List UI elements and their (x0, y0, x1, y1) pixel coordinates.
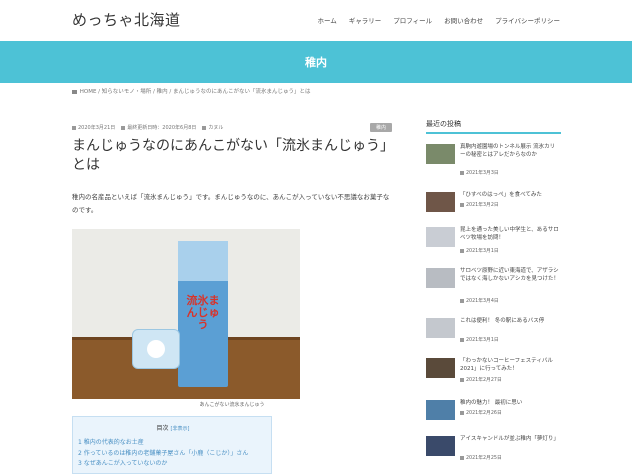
recent-post-date: 2021年3月2日 (460, 201, 499, 208)
site-title[interactable]: めっちゃ北海道 (72, 9, 181, 30)
recent-post-date: 2021年2月26日 (460, 409, 502, 416)
recent-post-item[interactable]: アイスキャンドルが並ぶ稚内「夢灯り」 2021年2月25日 (426, 435, 561, 465)
clock-icon (460, 298, 464, 303)
recent-post-date-text: 2021年2月26日 (466, 411, 502, 416)
recent-post-item[interactable]: 昆上を通った美しい中学生と、あるサロベツ牧場を訪問！ 2021年3月1日 (426, 226, 561, 256)
clock-icon (460, 248, 464, 253)
author-name[interactable]: カヌル (208, 125, 223, 131)
recent-post-date: 2021年3月3日 (460, 169, 499, 176)
recent-post-date-text: 2021年2月25日 (466, 456, 502, 461)
recent-post-date-text: 2021年3月4日 (466, 299, 499, 304)
category-band: 稚内 (0, 41, 632, 83)
clock-icon (72, 125, 76, 130)
post-title: まんじゅうなのにあんこがない「流氷まんじゅう」とは (72, 138, 387, 173)
table-of-contents: 目次 [非表示] 1 稚内の代表的なお土産 2 作っているのは稚内の老舗菓子屋さん… (72, 416, 272, 474)
photo-box-top (178, 241, 228, 281)
home-icon (72, 89, 77, 94)
post-thumbnail[interactable] (426, 144, 455, 164)
post-thumbnail[interactable] (426, 318, 455, 338)
toc-list: 1 稚内の代表的なお土産 2 作っているのは稚内の老舗菓子屋さん「小鹿（こじか）… (78, 438, 248, 470)
photo-caption: あんこがない流氷まんじゅう (199, 402, 265, 408)
post-thumbnail[interactable] (426, 227, 455, 247)
clock-icon (460, 202, 464, 207)
recent-post-date-text: 2021年3月1日 (466, 338, 499, 343)
refresh-icon (121, 125, 126, 130)
recent-post-title[interactable]: 昆上を通った美しい中学生と、あるサロベツ牧場を訪問！ (460, 226, 560, 242)
post-thumbnail[interactable] (426, 358, 455, 378)
recent-post-item[interactable]: これは便利！ 冬の駅にあるバス停 2021年3月1日 (426, 317, 561, 347)
nav-item-privacy-policy[interactable]: プライバシーポリシー (495, 15, 560, 25)
post-meta: 2020年3月21日 最終更新日時：2020年6月8日 カヌル (72, 124, 223, 131)
nav-item-gallery[interactable]: ギャラリー (349, 15, 382, 25)
recent-post-title[interactable]: 真駒内遊園場のトンネル展示 流氷カリーの秘密とはアレだからなのか (460, 143, 560, 159)
category-title: 稚内 (305, 56, 327, 69)
category-badge[interactable]: 稚内 (370, 123, 393, 132)
clock-icon (460, 410, 464, 415)
recent-post-date: 2021年3月1日 (460, 336, 499, 343)
nav-item-profile[interactable]: プロフィール (393, 15, 432, 25)
photo-box-label: 流氷まんじゅう (186, 294, 220, 331)
published-date-text: 2020年3月21日 (78, 125, 116, 131)
recent-post-item[interactable]: サロベツ原野に近い東海道で、アザラシではなく海しかないアシカを見つけた！ 202… (426, 267, 561, 304)
recent-post-item[interactable]: 「ひすべのはっぺ」を食べてみた 2021年3月2日 (426, 191, 561, 221)
toc-title-text: 目次 (156, 425, 169, 432)
author: カヌル (202, 124, 223, 131)
published-date: 2020年3月21日 (72, 124, 115, 131)
post-thumbnail[interactable] (426, 400, 455, 420)
user-icon (202, 125, 207, 130)
nav-item-contact[interactable]: お問い合わせ (444, 15, 483, 25)
recent-post-title[interactable]: サロベツ原野に近い東海道で、アザラシではなく海しかないアシカを見つけた！ (460, 267, 560, 283)
recent-post-date: 2021年2月25日 (460, 454, 502, 461)
recent-post-date-text: 2021年3月1日 (466, 249, 499, 254)
sidebar: 最近の投稿 真駒内遊園場のトンネル展示 流氷カリーの秘密とはアレだからなのか 2… (426, 119, 561, 461)
nav-item-home[interactable]: ホーム (317, 15, 336, 25)
post-photo: 流氷まんじゅう (72, 229, 300, 399)
recent-post-title[interactable]: 「ひすべのはっぺ」を食べてみた (460, 191, 560, 199)
recent-post-date: 2021年3月1日 (460, 247, 499, 254)
recent-post-date-text: 2021年2月27日 (466, 378, 502, 383)
global-nav: ホーム ギャラリー プロフィール お問い合わせ プライバシーポリシー (317, 15, 560, 25)
clock-icon (460, 170, 464, 175)
recent-post-date-text: 2021年3月2日 (466, 203, 499, 208)
post-body: 稚内の名産品といえば「流氷まんじゅう」です。まんじゅうなのに、あんこが入っていな… (72, 193, 390, 214)
recent-post-title[interactable]: 稚内の魅力！ 最初に思い (460, 399, 560, 407)
recent-post-title[interactable]: これは便利！ 冬の駅にあるバス停 (460, 317, 560, 325)
toc-item[interactable]: 2 作っているのは稚内の老舗菓子屋さん「小鹿（こじか）」さん (78, 449, 248, 460)
toc-item[interactable]: 1 稚内の代表的なお土産 (78, 438, 248, 449)
updated-date-text: 最終更新日時：2020年6月8日 (127, 125, 197, 131)
toc-item[interactable]: 3 なぜあんこが入っていないのか (78, 459, 248, 470)
site-header: めっちゃ北海道 ホーム ギャラリー プロフィール お問い合わせ プライバシーポリ… (0, 0, 632, 41)
clock-icon (460, 377, 464, 382)
recent-post-date-text: 2021年3月3日 (466, 171, 499, 176)
clock-icon (460, 337, 464, 342)
breadcrumb: HOME / 知らないモノ・場所 / 稚内 / まんじゅうなのにあんこがない「流… (72, 87, 311, 95)
post-thumbnail[interactable] (426, 192, 455, 212)
recent-post-item[interactable]: 「わっかないコーヒーフェスティバル2021」に行ってみた！ 2021年2月27日 (426, 357, 561, 387)
breadcrumb-text[interactable]: HOME / 知らないモノ・場所 / 稚内 / まんじゅうなのにあんこがない「流… (80, 89, 311, 95)
photo-package (132, 329, 180, 369)
sidebar-heading: 最近の投稿 (426, 119, 561, 134)
recent-post-date: 2021年2月27日 (460, 376, 502, 383)
toc-toggle[interactable]: [非表示] (171, 426, 190, 432)
recent-post-item[interactable]: 真駒内遊園場のトンネル展示 流氷カリーの秘密とはアレだからなのか 2021年3月… (426, 143, 561, 176)
post-thumbnail[interactable] (426, 436, 455, 456)
post-thumbnail[interactable] (426, 268, 455, 288)
recent-post-title[interactable]: アイスキャンドルが並ぶ稚内「夢灯り」 (460, 435, 560, 443)
updated-date: 最終更新日時：2020年6月8日 (121, 124, 196, 131)
recent-post-item[interactable]: 稚内の魅力！ 最初に思い 2021年2月26日 (426, 399, 561, 429)
clock-icon (460, 455, 464, 460)
recent-post-date: 2021年3月4日 (460, 297, 499, 304)
toc-title: 目次 [非表示] (73, 423, 273, 432)
recent-post-title[interactable]: 「わっかないコーヒーフェスティバル2021」に行ってみた！ (460, 357, 560, 373)
